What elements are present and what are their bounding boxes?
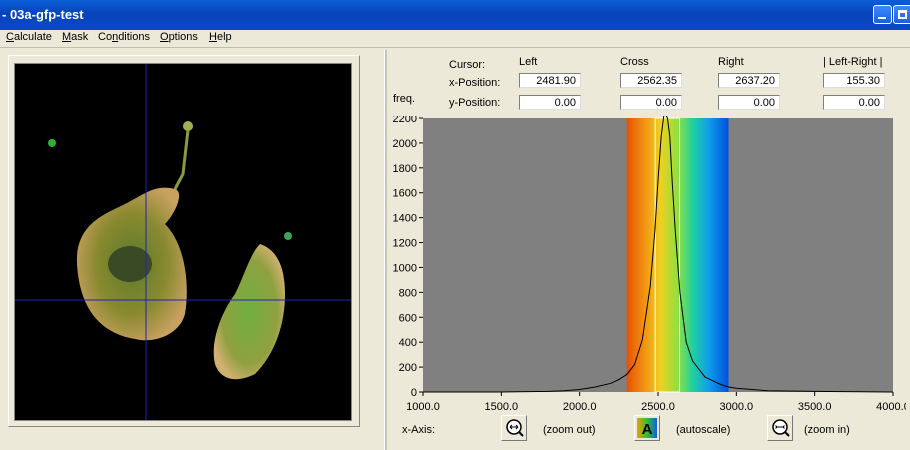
y-diff-field[interactable]: 0.00 [823,95,885,110]
y-tick-label: 1000 [393,262,417,274]
y-position-label: y-Position: [449,97,501,109]
y-cross-field[interactable]: 0.00 [620,95,682,110]
x-tick-label: 2500.0 [641,401,675,413]
nucleus-1 [108,246,152,282]
col-right-label: Right [718,56,744,68]
microscopy-image[interactable] [14,63,352,421]
maximize-button[interactable] [893,5,910,24]
zoom-out-label: (zoom out) [543,424,596,436]
menu-conditions[interactable]: Conditions [98,31,150,43]
y-tick-label: 800 [399,287,417,299]
menu-separator [0,47,910,48]
x-tick-label: 3500.0 [798,401,832,413]
menu-help[interactable]: Help [209,31,232,43]
y-tick-label: 1400 [393,213,417,225]
cell-image-svg [15,64,351,420]
y-tick-label: 2200 [393,116,417,125]
col-cross-label: Cross [620,56,649,68]
autoscale-icon: A [637,418,657,438]
x-left-field[interactable]: 2481.90 [519,73,581,88]
col-left-label: Left [519,56,538,68]
y-tick-label: 600 [399,312,417,324]
x-tick-label: 1500.0 [485,401,519,413]
y-tick-label: 1200 [393,238,417,250]
autoscale-button[interactable]: A [634,415,660,441]
zoom-in-label: (zoom in) [804,424,850,436]
x-right-field[interactable]: 2637.20 [718,73,780,88]
x-tick-label: 3000.0 [720,401,754,413]
y-tick-label: 2000 [393,138,417,150]
menu-options[interactable]: Options [160,31,198,43]
minimize-button[interactable] [873,5,892,24]
cell-2 [213,244,285,380]
svg-text:A: A [642,421,653,438]
minimize-icon [878,17,886,19]
green-spot [48,139,56,147]
y-tick-label: 400 [399,337,417,349]
menu-bar: Calculate Mask Conditions Options Help [0,30,910,47]
cursor-label: Cursor: [449,59,486,71]
x-axis-label: x-Axis: [402,424,435,436]
menu-calculate[interactable]: Calculate [6,31,52,43]
selection-spectrum[interactable] [626,118,729,392]
x-tick-label: 2000.0 [563,401,597,413]
magnifier-out-icon [506,419,524,437]
x-position-label: x-Position: [449,77,501,89]
x-tick-label: 4000.0 [876,401,906,413]
y-left-field[interactable]: 0.00 [519,95,581,110]
maximize-icon [898,10,907,19]
zoom-out-button[interactable] [501,415,527,441]
magnifier-in-icon [772,419,790,437]
autoscale-label: (autoscale) [676,424,731,436]
y-tick-label: 1800 [393,163,417,175]
title-bar: - 03a-gfp-test [0,0,910,30]
y-tick-label: 200 [399,362,417,374]
y-tick-label: 0 [411,387,417,399]
x-tick-label: 1000.0 [406,401,440,413]
zoom-in-button[interactable] [767,415,793,441]
y-right-field[interactable]: 0.00 [718,95,780,110]
x-diff-field[interactable]: 155.30 [823,73,885,88]
bright-spot [183,121,193,131]
menu-mask[interactable]: Mask [62,31,88,43]
freq-label: freq. [393,93,416,105]
x-cross-field[interactable]: 2562.35 [620,73,682,88]
col-diff-label: | Left-Right | [823,56,883,68]
window-title: - 03a-gfp-test [2,7,84,22]
y-tick-label: 1600 [393,188,417,200]
histogram-chart[interactable]: 0 200 400 600 800 1000 1200 1400 1600 1800 2000 220… [386,116,906,418]
